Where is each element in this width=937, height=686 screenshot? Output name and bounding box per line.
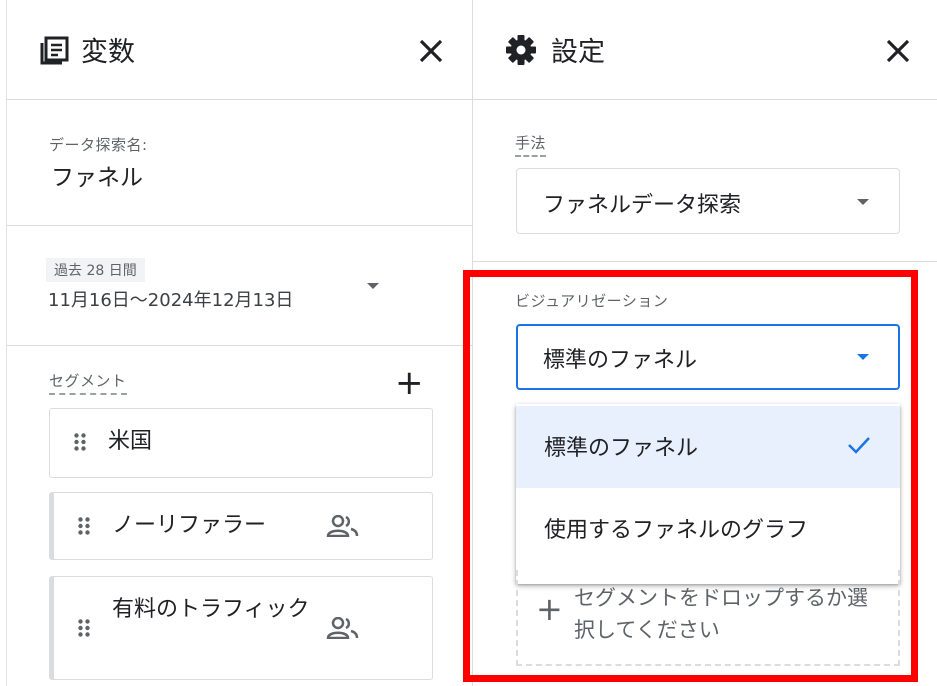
add-icon: + (536, 590, 563, 628)
option-label: 使用するファネルのグラフ (544, 518, 809, 543)
settings-header: 設定 (473, 0, 937, 100)
variables-panel: 変数 データ探索名: ファネル セグメント + 米国 ノーリファラー 有料のトラ… (6, 0, 473, 686)
settings-title: 設定 (551, 37, 605, 68)
chevron-down-icon[interactable] (367, 283, 379, 289)
variables-header: 変数 (7, 0, 472, 100)
date-range-text[interactable]: 11月16日～2024年12月13日 (48, 286, 293, 312)
drag-handle-icon[interactable] (74, 433, 86, 451)
close-icon[interactable] (881, 34, 915, 68)
exploration-name-label: データ探索名: (49, 136, 148, 154)
gear-icon (505, 34, 537, 70)
checkmark-icon (846, 434, 872, 460)
people-icon (326, 616, 360, 643)
technique-section: 手法 ファネルデータ探索 (473, 100, 937, 262)
technique-select[interactable]: ファネルデータ探索 (516, 168, 900, 234)
segment-drop-zone[interactable]: + セグメントをドロップするか選択してください (516, 570, 900, 666)
drag-handle-icon[interactable] (78, 619, 90, 637)
segment-card[interactable]: 米国 (49, 408, 433, 478)
visualization-option[interactable]: 使用するファネルのグラフ (516, 488, 900, 570)
add-segment-icon[interactable]: + (395, 366, 424, 400)
chevron-down-icon[interactable] (857, 354, 869, 360)
segment-card[interactable]: ノーリファラー (49, 492, 433, 560)
segments-label: セグメント (49, 370, 127, 395)
visualization-label: ビジュアリゼーション (515, 292, 669, 310)
close-icon[interactable] (414, 34, 448, 68)
people-icon (326, 514, 360, 541)
segment-label: 有料のトラフィック (112, 597, 310, 622)
segment-card[interactable]: 有料のトラフィック (49, 576, 433, 680)
visualization-dropdown-menu: 標準のファネル 使用するファネルのグラフ (516, 404, 900, 584)
variables-icon (39, 34, 71, 70)
technique-label: 手法 (515, 132, 547, 157)
variables-title: 変数 (81, 37, 135, 68)
exploration-name-value[interactable]: ファネル (51, 158, 143, 192)
technique-value: ファネルデータ探索 (543, 193, 742, 218)
segment-drop-text: セグメントをドロップするか選択してください (574, 586, 868, 642)
visualization-option[interactable]: 標準のファネル (516, 406, 900, 488)
option-label: 標準のファネル (544, 436, 699, 461)
segment-label: 米国 (108, 429, 153, 454)
date-preset-chip[interactable]: 過去 28 日間 (46, 258, 145, 282)
segment-label: ノーリファラー (112, 513, 267, 538)
chevron-down-icon[interactable] (857, 199, 869, 205)
visualization-value: 標準のファネル (543, 348, 698, 373)
drag-handle-icon[interactable] (78, 517, 90, 535)
exploration-name-section: データ探索名: ファネル (7, 100, 472, 226)
visualization-select[interactable]: 標準のファネル (516, 324, 900, 390)
